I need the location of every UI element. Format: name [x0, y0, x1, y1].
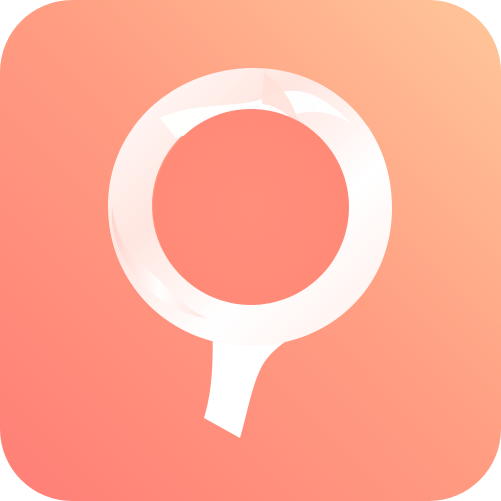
app-icon-canvas: [0, 0, 501, 501]
app-icon[interactable]: [0, 0, 501, 501]
inner-circle: [153, 109, 349, 305]
q-ribbon-logo-icon: [0, 0, 501, 501]
